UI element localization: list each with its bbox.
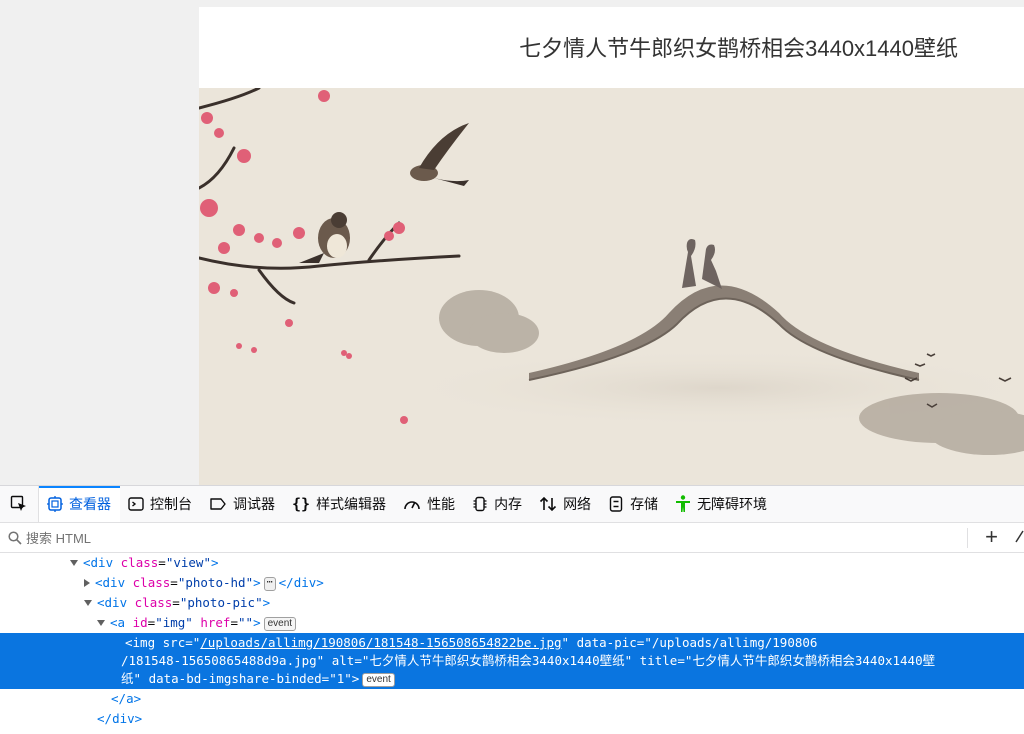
tab-storage-label: 存储 xyxy=(630,496,659,512)
qixi-painting xyxy=(199,88,1024,485)
page-title: 七夕情人节牛郎织女鹊桥相会3440x1440壁纸 xyxy=(519,36,958,61)
console-icon xyxy=(128,497,144,511)
collapsed-children-badge[interactable]: ⋯ xyxy=(263,576,276,591)
devtools-toolbar: 查看器 控制台 调试器 {} 样式编辑器 性能 内存 网络 存储 无障碍环境 xyxy=(0,486,1024,523)
page-viewport: 七夕情人节牛郎织女鹊桥相会3440x1440壁纸 xyxy=(0,0,1024,485)
debugger-icon xyxy=(210,498,226,510)
collapse-toggle-icon[interactable] xyxy=(84,578,90,587)
tab-memory[interactable]: 内存 xyxy=(464,486,531,522)
network-icon xyxy=(539,496,557,512)
storage-icon xyxy=(609,496,623,512)
tab-accessibility[interactable]: 无障碍环境 xyxy=(667,486,776,522)
tab-storage[interactable]: 存储 xyxy=(600,486,667,522)
tab-style-editor[interactable]: {} 样式编辑器 xyxy=(284,486,395,522)
accessibility-icon xyxy=(676,495,691,512)
tree-node-close-a[interactable]: </a> xyxy=(0,689,1024,709)
expand-toggle-icon[interactable] xyxy=(97,619,105,626)
tab-style-editor-label: 样式编辑器 xyxy=(316,496,387,512)
element-picker-button[interactable] xyxy=(0,486,39,522)
style-editor-icon: {} xyxy=(292,495,311,513)
performance-icon xyxy=(404,501,420,510)
tree-node-view[interactable]: <div class="view"> xyxy=(0,553,1024,573)
toolbar-divider xyxy=(967,527,968,548)
inspector-icon xyxy=(47,496,63,512)
tab-console-label: 控制台 xyxy=(150,496,192,512)
search-icon xyxy=(8,530,22,545)
event-badge[interactable]: event xyxy=(362,672,395,687)
expand-toggle-icon[interactable] xyxy=(84,599,92,606)
tree-node-close-div[interactable]: </div> xyxy=(0,709,1024,729)
add-node-button[interactable]: + xyxy=(985,526,998,548)
event-badge[interactable]: event xyxy=(263,616,297,631)
tab-memory-label: 内存 xyxy=(494,496,523,512)
element-picker-icon xyxy=(10,495,26,511)
photo-card: 七夕情人节牛郎织女鹊桥相会3440x1440壁纸 xyxy=(199,7,1024,485)
tab-debugger[interactable]: 调试器 xyxy=(201,486,284,522)
markup-tree: <div class="view"> <div class="photo-hd"… xyxy=(0,553,1024,729)
tree-node-img-selected[interactable]: <img src="/uploads/allimg/190806/181548-… xyxy=(0,633,1024,689)
img-src-link[interactable]: /uploads/allimg/190806/181548-1565086548… xyxy=(200,635,561,650)
tab-accessibility-label: 无障碍环境 xyxy=(697,496,768,512)
tab-inspector[interactable]: 查看器 xyxy=(39,486,120,522)
wallpaper-image[interactable] xyxy=(199,88,1024,485)
tree-node-a-img[interactable]: <a id="img" href=""> event xyxy=(0,613,1024,633)
tab-console[interactable]: 控制台 xyxy=(120,486,201,522)
tab-performance[interactable]: 性能 xyxy=(395,486,464,522)
tab-network[interactable]: 网络 xyxy=(531,486,600,522)
tab-network-label: 网络 xyxy=(563,496,592,512)
devtools-panel: 查看器 控制台 调试器 {} 样式编辑器 性能 内存 网络 存储 无障碍环境 搜… xyxy=(0,485,1024,734)
memory-icon xyxy=(473,496,487,512)
tree-node-photo-hd[interactable]: <div class="photo-hd"> ⋯ </div> xyxy=(0,573,1024,593)
eyedropper-icon[interactable] xyxy=(1014,528,1024,544)
tab-inspector-label: 查看器 xyxy=(69,496,111,512)
tab-performance-label: 性能 xyxy=(427,496,456,512)
expand-toggle-icon[interactable] xyxy=(70,559,78,566)
html-search-bar: 搜索 HTML + xyxy=(0,523,1024,553)
tab-debugger-label: 调试器 xyxy=(233,496,275,512)
search-html-input[interactable]: 搜索 HTML xyxy=(26,528,1024,547)
tree-node-photo-pic[interactable]: <div class="photo-pic"> xyxy=(0,593,1024,613)
